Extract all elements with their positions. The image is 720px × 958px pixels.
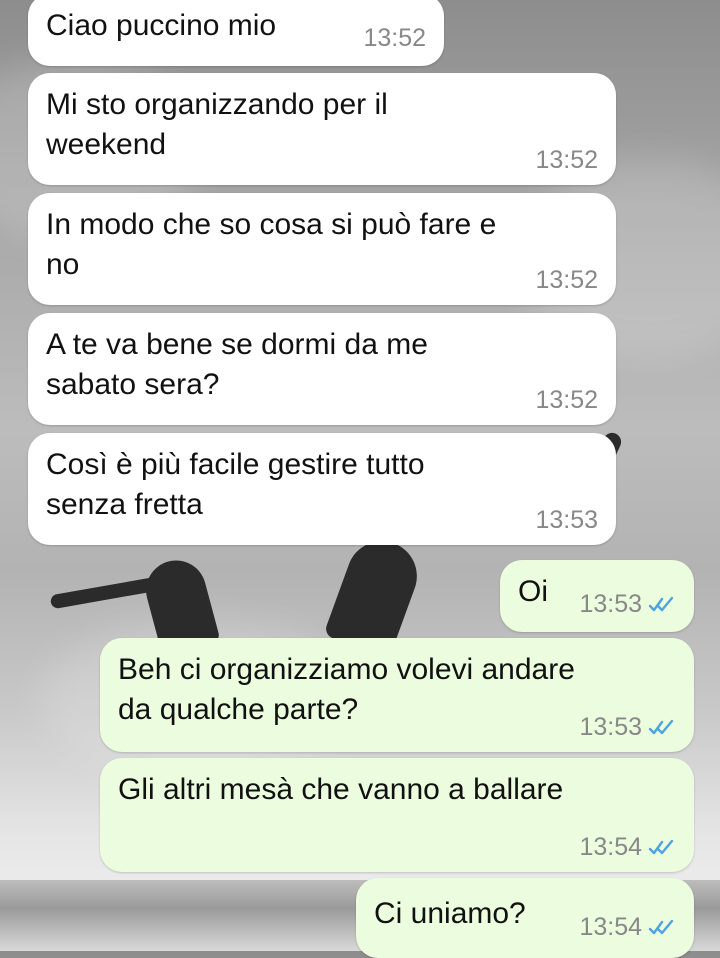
message-time: 13:53 [579,590,642,618]
message-time: 13:53 [535,506,598,534]
message-time: 13:53 [579,713,642,741]
message-bubble-incoming[interactable]: Così è più facile gestire tutto senza fr… [28,433,616,545]
message-time: 13:52 [363,24,426,52]
message-text: Gli altri mesà che vanno a ballare [118,773,564,806]
message-text: Mi sto organizzando per il weekend [46,88,388,161]
message-bubble-incoming[interactable]: In modo che so cosa si può fare e no 13:… [28,193,616,305]
message-time: 13:54 [579,913,642,941]
double-check-icon [648,839,676,857]
message-bubble-outgoing[interactable]: Gli altri mesà che vanno a ballare 13:54 [100,758,694,872]
message-bubble-incoming[interactable]: A te va bene se dormi da me sabato sera?… [28,313,616,425]
message-list[interactable]: Ciao puccino mio 13:52 Mi sto organizzan… [0,0,720,958]
message-time: 13:52 [535,266,598,294]
message-bubble-incoming[interactable]: Mi sto organizzando per il weekend 13:52 [28,73,616,185]
message-bubble-outgoing[interactable]: Oi 13:53 [500,560,694,632]
double-check-icon [648,596,676,614]
message-time: 13:54 [579,833,642,861]
message-bubble-outgoing[interactable]: Beh ci organizziamo volevi andare da qua… [100,638,694,752]
message-time: 13:52 [535,146,598,174]
message-bubble-outgoing[interactable]: Ci uniamo? 13:54 [356,878,694,958]
message-bubble-incoming[interactable]: Ciao puccino mio 13:52 [28,0,444,66]
message-text: In modo che so cosa si può fare e no [46,208,497,281]
double-check-icon [648,719,676,737]
double-check-icon [648,919,676,937]
message-text: Così è più facile gestire tutto senza fr… [46,448,425,521]
message-text: A te va bene se dormi da me sabato sera? [46,328,428,401]
message-time: 13:52 [535,386,598,414]
